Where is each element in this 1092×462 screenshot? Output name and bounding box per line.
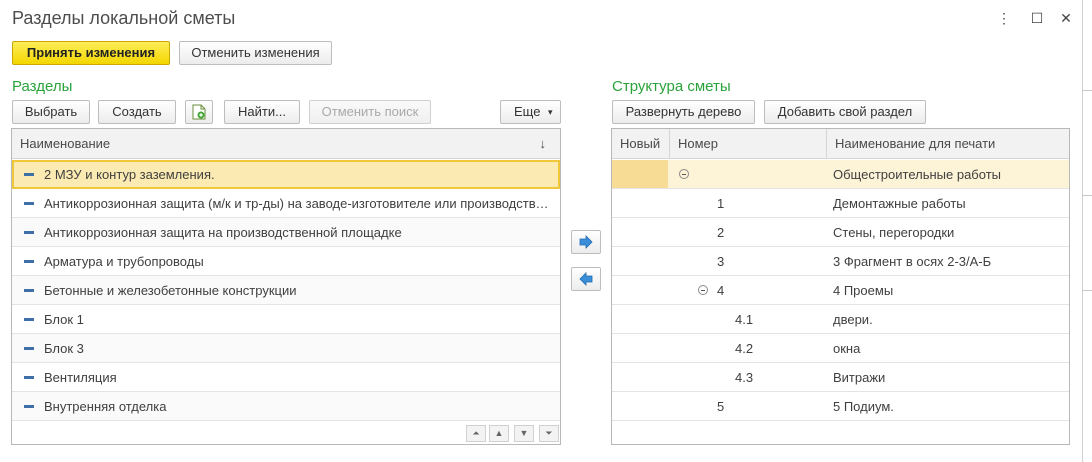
expand-tree-button[interactable]: Развернуть дерево [612,100,755,124]
item-icon [24,318,34,321]
tree-row[interactable]: 1 Демонтажные работы [612,189,1069,218]
add-section-button[interactable]: Добавить свой раздел [764,100,926,124]
number-cell: 5 [717,399,725,414]
table-row[interactable]: 2 МЗУ и контур заземления. [12,160,560,189]
scroll-first-button[interactable]: ⏶ [466,425,486,442]
sections-table: Наименование ↓ 2 МЗУ и контур заземления… [11,128,561,445]
tree-row[interactable]: Общестроительные работы [612,160,1069,189]
collapse-icon[interactable] [679,169,689,179]
table-row[interactable]: Арматура и трубопроводы [12,247,560,276]
cancel-search-button[interactable]: Отменить поиск [309,100,431,124]
row-label: Внутренняя отделка [44,399,167,414]
maximize-icon[interactable]: ☐ [1029,10,1045,26]
collapse-icon[interactable] [698,285,708,295]
number-cell: 4 [717,283,725,298]
scroll-down-button[interactable]: ▼ [514,425,534,442]
item-icon [24,202,34,205]
item-icon [24,347,34,350]
create-copy-button[interactable] [185,100,213,124]
print-name-cell: Общестроительные работы [833,167,1001,182]
sections-title: Разделы [12,78,73,95]
column-header-name[interactable]: Наименование ↓ [12,129,560,159]
move-left-button[interactable] [571,267,601,291]
print-name-cell: 3 Фрагмент в осях 2-3/А-Б [833,254,992,269]
table-row[interactable]: Блок 1 [12,305,560,334]
print-name-cell: двери. [833,312,873,327]
table-row[interactable]: Антикоррозионная защита на производствен… [12,218,560,247]
accept-changes-button[interactable]: Принять изменения [12,41,170,65]
tree-row[interactable]: 2 Стены, перегородки [612,218,1069,247]
window-title: Разделы локальной сметы [12,8,236,28]
arrow-left-icon [579,272,593,286]
column-header-new[interactable]: Новый [612,129,669,159]
tree-row[interactable]: 4.2 окна [612,334,1069,363]
scroll-up-button[interactable]: ▲ [489,425,509,442]
cancel-changes-button[interactable]: Отменить изменения [179,41,332,65]
tree-row[interactable]: 3 3 Фрагмент в осях 2-3/А-Б [612,247,1069,276]
row-label: Антикоррозионная защита (м/к и тр-ды) на… [44,196,549,211]
row-label: Блок 1 [44,312,84,327]
print-name-cell: Стены, перегородки [833,225,955,240]
number-cell: 3 [717,254,725,269]
row-label: Арматура и трубопроводы [44,254,204,269]
column-header-print-name[interactable]: Наименование для печати [826,129,1069,159]
number-cell: 2 [717,225,725,240]
table-row[interactable]: Антикоррозионная защита (м/к и тр-ды) на… [12,189,560,218]
structure-title: Структура сметы [612,78,731,95]
number-cell: 1 [717,196,725,211]
sort-arrow-icon[interactable]: ↓ [540,129,547,159]
row-label: Вентиляция [44,370,117,385]
document-plus-icon [192,104,206,120]
number-cell: 4.1 [735,312,754,327]
row-label: 2 МЗУ и контур заземления. [44,167,215,182]
more-menu-icon[interactable]: ⋮ [996,10,1012,26]
create-button[interactable]: Создать [98,100,176,124]
row-label: Блок 3 [44,341,84,356]
item-icon [24,289,34,292]
table-row[interactable]: Вентиляция [12,363,560,392]
window-edge [1082,0,1083,462]
row-label: Бетонные и железобетонные конструкции [44,283,297,298]
column-header-number[interactable]: Номер [669,129,826,159]
structure-table: Новый Номер Наименование для печати Обще… [611,128,1070,445]
item-icon [24,405,34,408]
arrow-right-icon [579,235,593,249]
item-icon [24,231,34,234]
find-button[interactable]: Найти... [224,100,300,124]
select-button[interactable]: Выбрать [12,100,90,124]
more-button-label: Еще [514,104,541,119]
table-row[interactable]: Внутренняя отделка [12,392,560,421]
print-name-cell: 5 Подиум. [833,399,894,414]
print-name-cell: 4 Проемы [833,283,894,298]
scroll-last-button[interactable]: ⏷ [539,425,559,442]
table-row[interactable]: Блок 3 [12,334,560,363]
row-label: Антикоррозионная защита на производствен… [44,225,402,240]
item-icon [24,260,34,263]
dropdown-arrow-icon: ▾ [548,107,553,117]
tree-row[interactable]: 4 4 Проемы [612,276,1069,305]
edge-divider [1082,290,1092,291]
close-icon[interactable]: ✕ [1058,10,1074,26]
edge-divider [1082,90,1092,91]
edge-divider [1082,195,1092,196]
tree-row[interactable]: 4.3 Витражи [612,363,1069,392]
print-name-cell: Демонтажные работы [833,196,966,211]
number-cell: 4.2 [735,341,754,356]
column-header-name-label: Наименование [20,136,111,151]
table-row[interactable]: Бетонные и железобетонные конструкции [12,276,560,305]
print-name-cell: окна [833,341,861,356]
tree-row[interactable]: 5 5 Подиум. [612,392,1069,421]
item-icon [24,173,34,176]
more-button[interactable]: Еще ▾ [500,100,561,124]
new-cell [612,160,668,188]
tree-row[interactable]: 4.1 двери. [612,305,1069,334]
number-cell: 4.3 [735,370,754,385]
move-right-button[interactable] [571,230,601,254]
item-icon [24,376,34,379]
print-name-cell: Витражи [833,370,886,385]
